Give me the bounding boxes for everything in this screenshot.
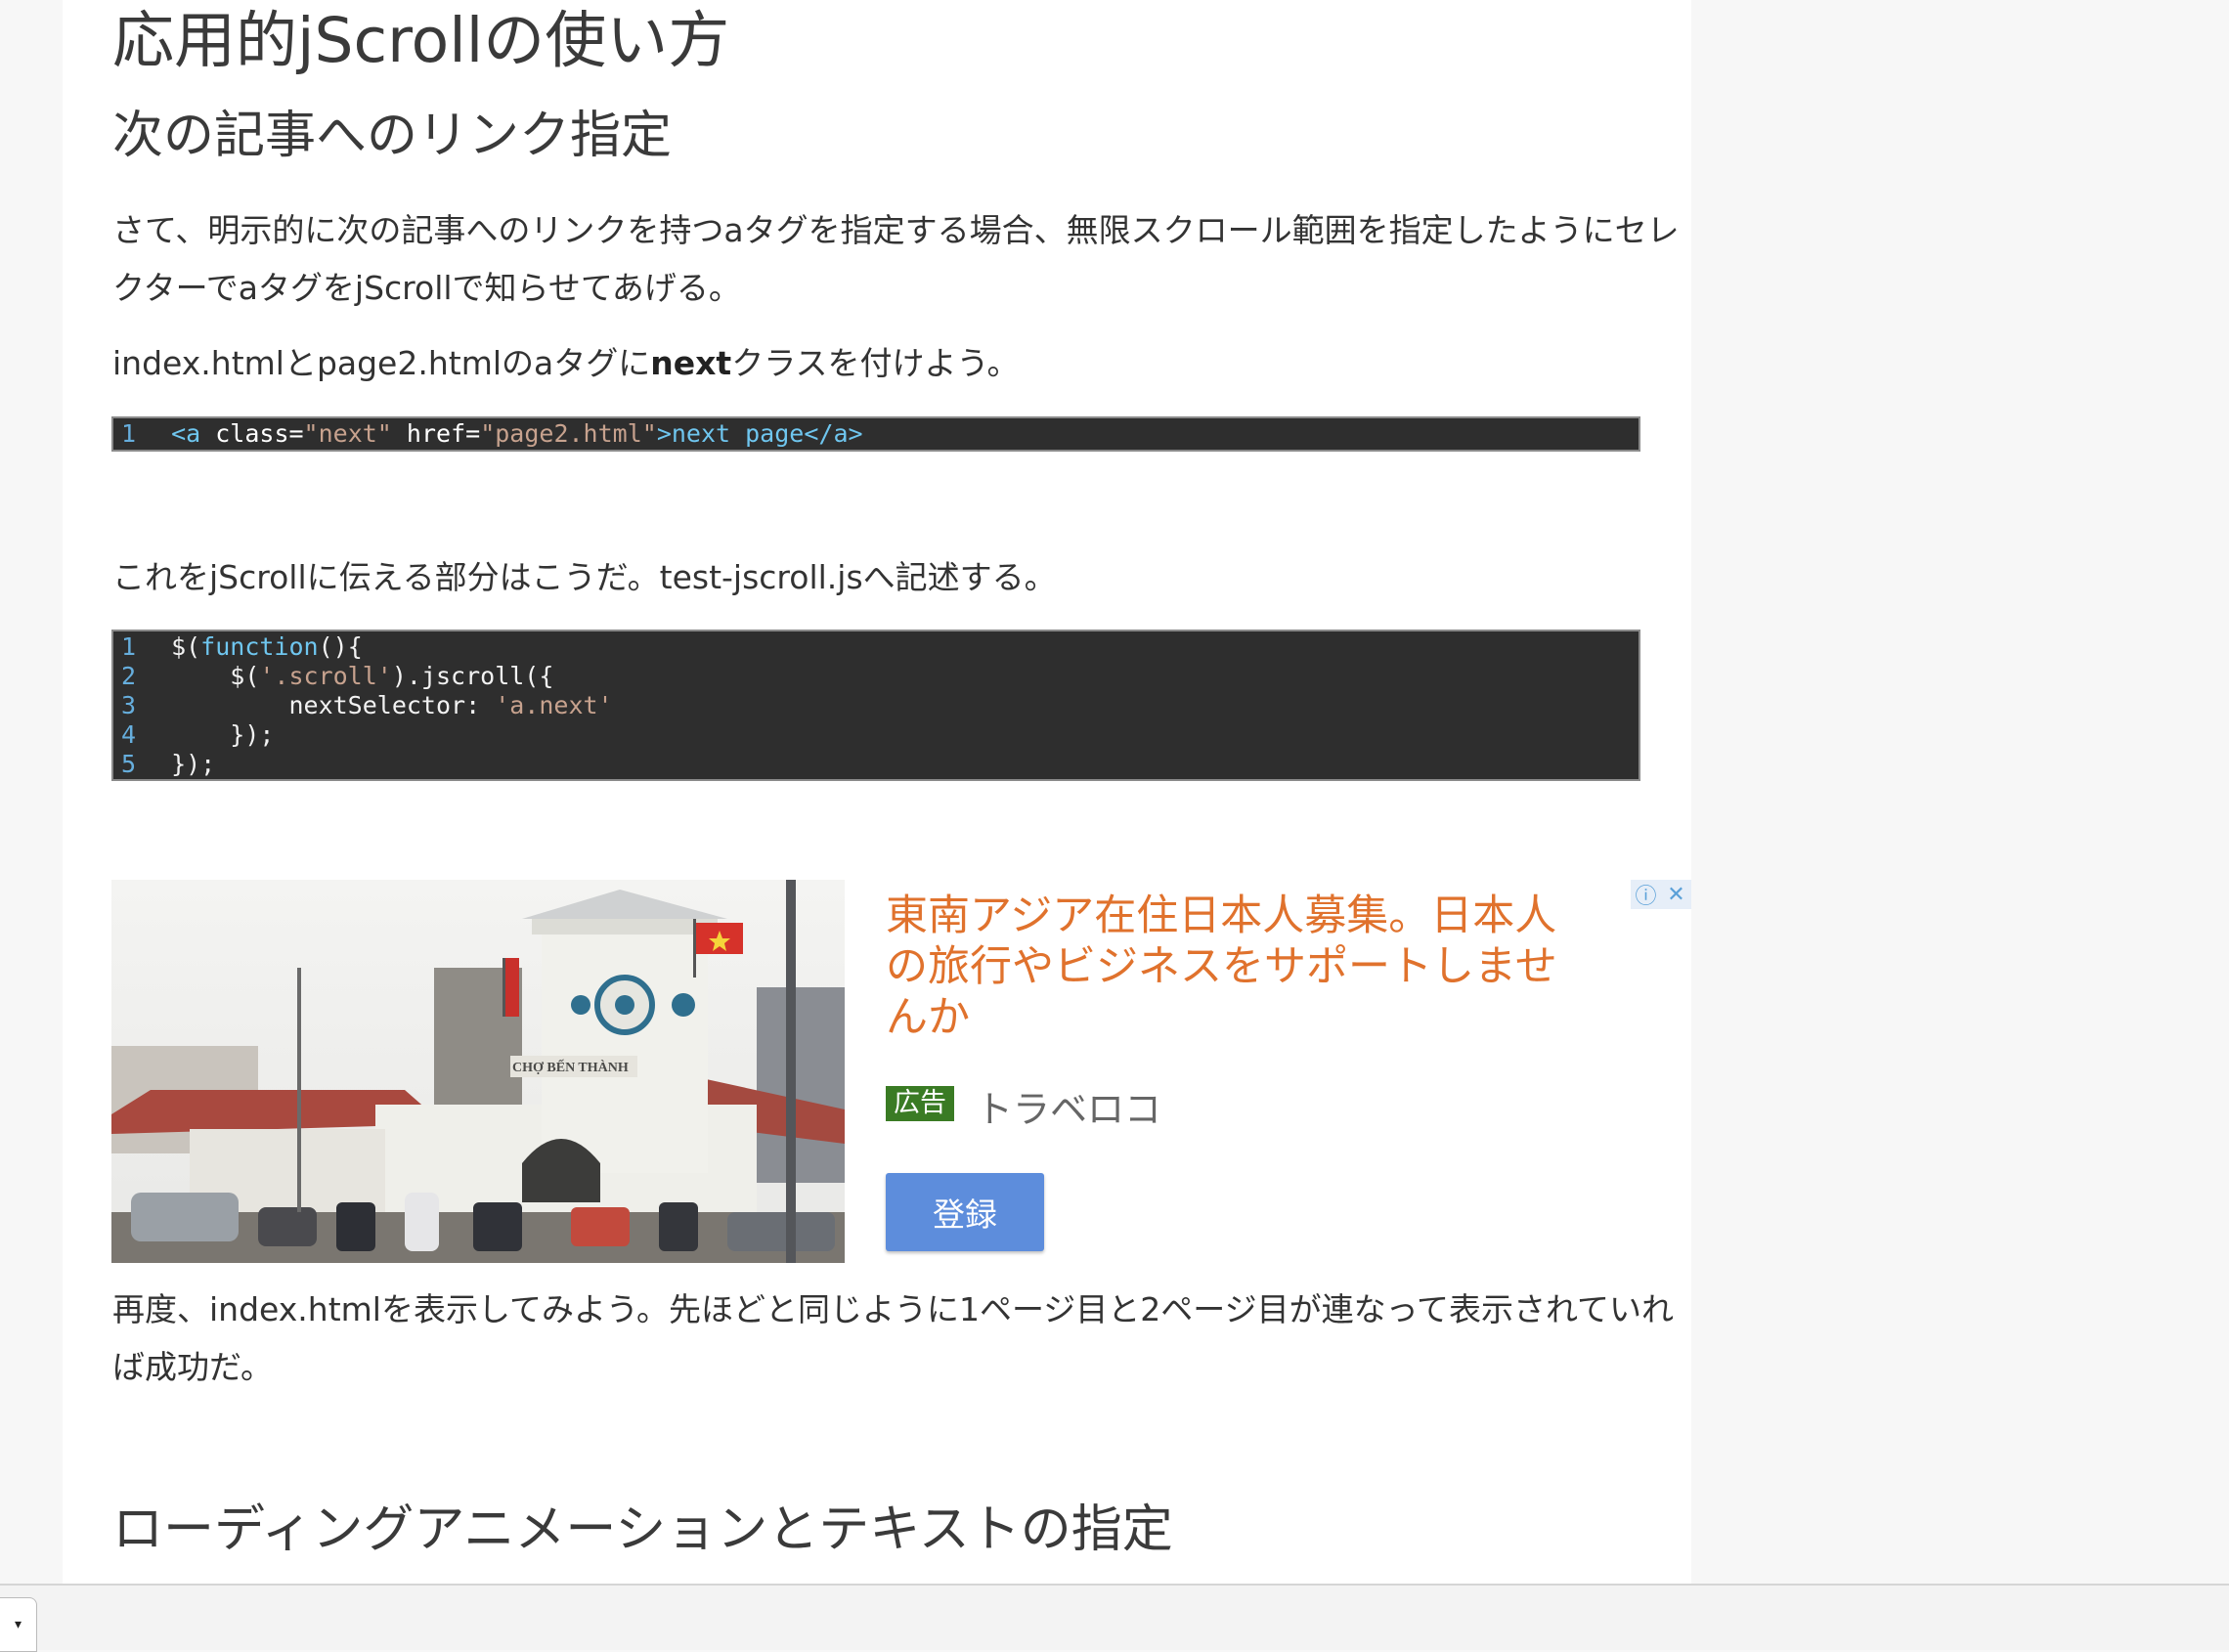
- code-token: "page2.html": [480, 419, 657, 448]
- code-token: next page: [671, 419, 805, 448]
- ad-block[interactable]: CHỢ BẾN THÀNH 東南アジア在住日本人募集。日本人の旅行やビジネスをサ…: [111, 880, 1691, 1263]
- code-line: 4 });: [113, 720, 1639, 750]
- code-token: function: [200, 632, 319, 661]
- ad-image-sign: CHỢ BẾN THÀNH: [512, 1059, 629, 1075]
- ad-label-badge: 広告: [886, 1086, 954, 1121]
- ad-image[interactable]: CHỢ BẾN THÀNH: [111, 880, 845, 1263]
- ad-headline-link[interactable]: 東南アジア在住日本人募集。日本人の旅行やビジネスをサポートしませんか: [886, 891, 1570, 1043]
- code-token: $(: [171, 632, 201, 661]
- chevron-down-icon[interactable]: ▾: [0, 1597, 37, 1652]
- paragraph-jscroll-config: これをjScrollに伝える部分はこうだ。test-jscroll.jsへ記述す…: [112, 558, 1057, 596]
- main-article: 応用的jScrollの使い方 次の記事へのリンク指定 さて、明示的に次の記事への…: [63, 0, 1691, 1584]
- code-token: >: [656, 419, 672, 448]
- code-block-html: 1 <a class="next" href="page2.html">next…: [111, 416, 1640, 452]
- code-line: 3 nextSelector: 'a.next': [113, 691, 1639, 720]
- line-number: 1: [121, 419, 137, 448]
- line-number: 3: [121, 691, 137, 719]
- code-token: nextSelector:: [171, 691, 496, 719]
- next-keyword: next: [650, 344, 732, 382]
- code-token: class=: [215, 419, 304, 448]
- line-number: 5: [121, 750, 137, 778]
- code-token: href=: [406, 419, 481, 448]
- code-line: 1 <a class="next" href="page2.html">next…: [113, 419, 1639, 449]
- code-token: "next": [303, 419, 392, 448]
- line-number: 1: [121, 632, 137, 661]
- paragraph-intro: さて、明示的に次の記事へのリンクを持つaタグを指定する場合、無限スクロール範囲を…: [112, 211, 1680, 307]
- market-photo: CHỢ BẾN THÀNH: [111, 880, 845, 1263]
- paragraph-next-class: index.htmlとpage2.htmlのaタグにnextクラスを付けよう。: [112, 334, 1686, 392]
- paragraph-result: 再度、index.htmlを表示してみよう。先ほどと同じように1ページ目と2ペー…: [112, 1290, 1675, 1386]
- code-block-js: 1 $(function(){ 2 $('.scroll').jscroll({…: [111, 630, 1640, 781]
- info-icon[interactable]: ⓘ: [1631, 880, 1661, 909]
- code-token: ).jscroll({: [391, 662, 554, 690]
- code-token: '.scroll': [259, 662, 392, 690]
- ad-advertiser-name[interactable]: トラベロコ: [976, 1079, 1161, 1133]
- page-title: 応用的jScrollの使い方: [112, 5, 730, 76]
- line-number: 4: [121, 720, 137, 749]
- ad-choices[interactable]: ⓘ ✕: [1631, 880, 1691, 909]
- code-line: 1 $(function(){: [113, 632, 1639, 662]
- code-token: <a: [171, 419, 201, 448]
- code-token: 'a.next': [495, 691, 613, 719]
- code-token: </a>: [804, 419, 863, 448]
- line-number: 2: [121, 662, 137, 690]
- code-token: });: [171, 720, 275, 749]
- browser-bottom-bar: ▾: [0, 1584, 2229, 1652]
- code-line: 2 $('.scroll').jscroll({: [113, 662, 1639, 691]
- code-token: (){: [318, 632, 363, 661]
- code-token: });: [171, 750, 216, 778]
- para-text: index.htmlとpage2.htmlのaタグに: [112, 344, 651, 382]
- ad-register-button[interactable]: 登録: [886, 1173, 1044, 1251]
- code-token: $(: [171, 662, 260, 690]
- para-text: クラスを付けよう。: [731, 344, 1020, 382]
- code-line: 5 });: [113, 750, 1639, 779]
- close-icon[interactable]: ✕: [1661, 880, 1691, 909]
- section-heading-next-link: 次の記事へのリンク指定: [112, 107, 673, 165]
- section-heading-loading: ローディングアニメーションとテキストの指定: [112, 1500, 1173, 1559]
